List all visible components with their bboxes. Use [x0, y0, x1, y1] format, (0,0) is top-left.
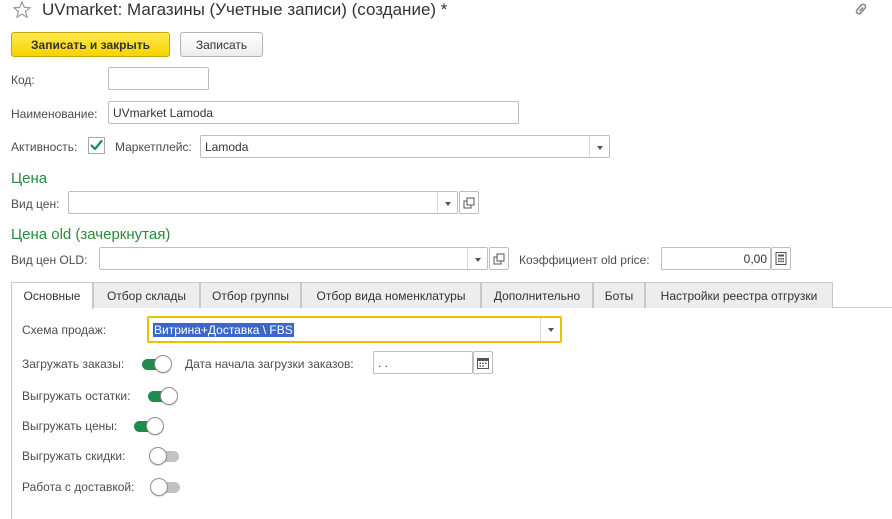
save-and-close-button[interactable]: Записать и закрыть	[11, 32, 170, 57]
tab-group-filter[interactable]: Отбор группы	[200, 282, 301, 308]
open-form-icon	[493, 253, 505, 264]
upload-discounts-label: Выгружать скидки:	[22, 449, 126, 463]
sales-scheme-label: Схема продаж:	[22, 323, 107, 337]
price-type-open-button[interactable]	[459, 191, 479, 214]
load-orders-label: Загружать заказы:	[22, 357, 125, 371]
tab-panel-border	[11, 308, 12, 519]
upload-stock-toggle[interactable]	[146, 387, 180, 405]
tab-bots[interactable]: Боты	[593, 282, 645, 308]
old-price-type-open-button[interactable]	[489, 247, 509, 270]
sales-scheme-dropdown-icon[interactable]	[540, 318, 560, 341]
save-button[interactable]: Записать	[180, 32, 263, 57]
sales-scheme-value: Витрина+Доставка \ FBS	[153, 322, 294, 337]
favorite-star-icon[interactable]	[12, 0, 32, 20]
upload-prices-label: Выгружать цены:	[22, 419, 118, 433]
code-label: Код:	[11, 73, 35, 87]
active-checkbox[interactable]	[88, 137, 105, 154]
open-form-icon	[463, 197, 475, 208]
tab-item-type-filter[interactable]: Отбор вида номенклатуры	[301, 282, 481, 308]
price-type-select[interactable]	[68, 191, 458, 214]
window-title: UVmarket: Магазины (Учетные записи) (соз…	[42, 0, 448, 19]
marketplace-value: Lamoda	[205, 139, 249, 154]
upload-discounts-toggle[interactable]	[149, 447, 183, 465]
price-type-label: Вид цен:	[11, 197, 60, 211]
calculator-icon	[775, 252, 787, 265]
calendar-icon	[477, 357, 489, 369]
tab-main[interactable]: Основные	[11, 282, 93, 309]
name-field[interactable]: UVmarket Lamoda	[108, 101, 519, 124]
link-icon[interactable]	[852, 0, 870, 18]
delivery-toggle[interactable]	[150, 478, 184, 496]
delivery-label: Работа с доставкой:	[22, 480, 135, 494]
code-field[interactable]	[108, 67, 209, 90]
old-price-coef-label: Коэффициент old price:	[519, 253, 650, 267]
price-section-heading: Цена	[11, 170, 48, 187]
orders-start-date-field[interactable]: . .	[373, 351, 473, 374]
old-price-coef-field[interactable]: 0,00	[661, 247, 771, 270]
old-price-type-label: Вид цен OLD:	[11, 253, 88, 267]
orders-start-date-label: Дата начала загрузки заказов:	[185, 357, 354, 371]
name-label: Наименование:	[11, 107, 98, 121]
upload-stock-label: Выгружать остатки:	[22, 389, 131, 403]
old-price-section-heading: Цена old (зачеркнутая)	[11, 226, 171, 243]
tab-shipment-registry-settings[interactable]: Настройки реестра отгрузки	[645, 282, 833, 308]
orders-start-date-calendar-button[interactable]	[473, 351, 493, 374]
price-type-dropdown-icon[interactable]	[437, 192, 457, 213]
sales-scheme-select[interactable]: Витрина+Доставка \ FBS	[147, 316, 562, 343]
active-label: Активность:	[11, 140, 78, 154]
calculator-button[interactable]	[771, 247, 791, 270]
marketplace-label: Маркетплейс:	[115, 140, 192, 154]
tab-additional[interactable]: Дополнительно	[481, 282, 593, 308]
upload-prices-toggle[interactable]	[132, 417, 166, 435]
tab-warehouse-filter[interactable]: Отбор склады	[93, 282, 200, 308]
marketplace-dropdown-icon[interactable]	[589, 136, 609, 157]
load-orders-toggle[interactable]	[140, 355, 174, 373]
marketplace-select[interactable]: Lamoda	[200, 135, 610, 158]
old-price-type-select[interactable]	[99, 247, 488, 270]
old-price-type-dropdown-icon[interactable]	[467, 248, 487, 269]
